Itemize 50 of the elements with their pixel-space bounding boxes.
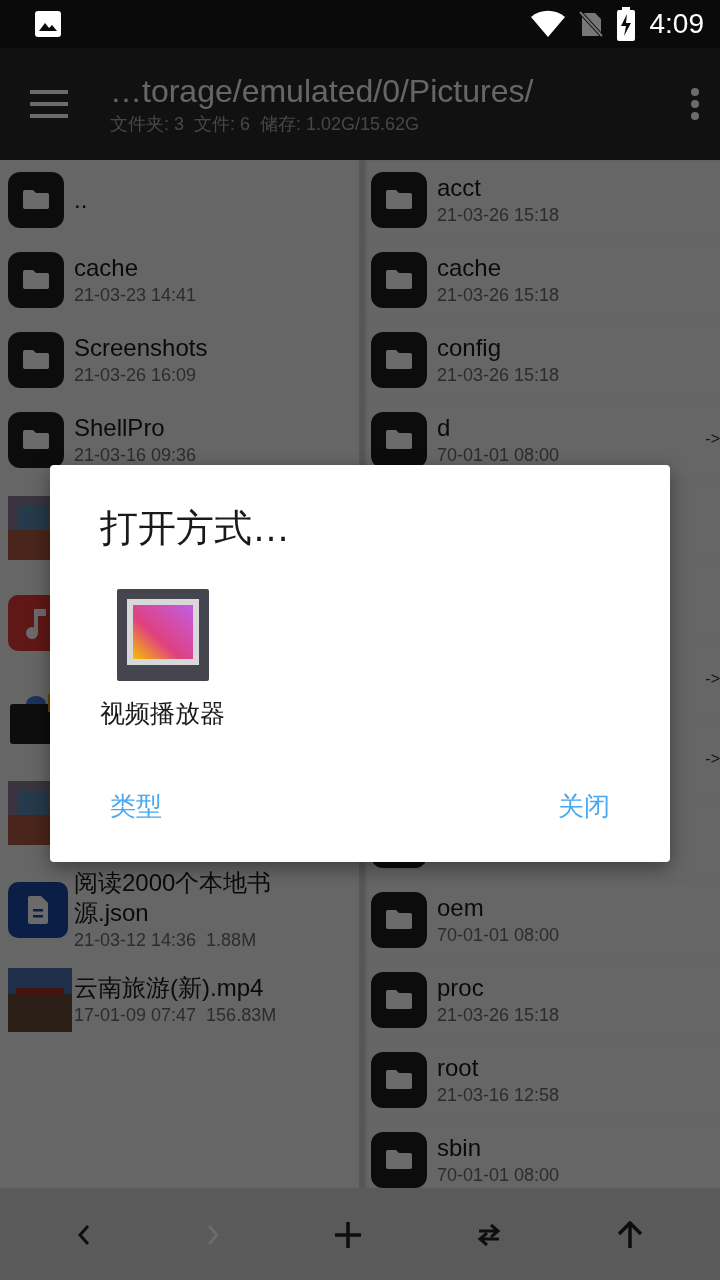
picture-frame-icon bbox=[116, 589, 209, 681]
swap-arrows-icon bbox=[476, 1223, 503, 1247]
file-name: 阅读2000个本地书源.json bbox=[74, 868, 273, 928]
menu-button[interactable] bbox=[30, 89, 68, 119]
file-details: 70-01-01 08:00 bbox=[437, 444, 560, 467]
file-details: 21-03-23 14:41 bbox=[74, 284, 197, 307]
document-icon bbox=[8, 882, 68, 938]
file-details: 17-01-09 07:47 156.83M bbox=[74, 1004, 277, 1027]
file-details: 21-03-26 15:18 bbox=[437, 284, 560, 307]
video-thumbnail-placeholder bbox=[8, 968, 72, 1032]
wifi-icon bbox=[529, 10, 566, 38]
file-details: 70-01-01 08:00 bbox=[437, 1164, 560, 1187]
more-icon bbox=[690, 87, 700, 121]
file-name: Screenshots bbox=[74, 333, 208, 363]
clock-time: 4:09 bbox=[649, 8, 704, 40]
up-arrow-icon bbox=[616, 1221, 643, 1249]
file-name: sbin bbox=[437, 1133, 483, 1163]
file-name: 云南旅游(新).mp4 bbox=[74, 973, 265, 1003]
more-button[interactable] bbox=[690, 87, 700, 121]
symlink-mark: -> bbox=[705, 430, 720, 448]
path-title: …torage/emulated/0/Pictures/ bbox=[110, 72, 535, 110]
file-name: d bbox=[437, 413, 452, 443]
dialog-title: 打开方式… bbox=[100, 506, 291, 551]
file-details: 21-03-26 15:18 bbox=[437, 204, 560, 227]
file-details: 21-03-26 15:18 bbox=[437, 1004, 560, 1027]
file-name: oem bbox=[437, 893, 485, 923]
file-name: config bbox=[437, 333, 503, 363]
file-name: .. bbox=[74, 185, 88, 215]
plus-icon bbox=[333, 1221, 362, 1249]
app-option[interactable]: 视频播放器 bbox=[100, 589, 225, 730]
no-sim-icon bbox=[577, 10, 604, 38]
file-details: 21-03-26 15:18 bbox=[437, 364, 560, 387]
file-name: acct bbox=[437, 173, 482, 203]
file-details: 21-03-16 09:36 bbox=[74, 444, 197, 467]
gallery-notification-icon bbox=[34, 10, 62, 38]
file-name: ShellPro bbox=[74, 413, 166, 443]
file-name: proc bbox=[437, 973, 485, 1003]
dialog-button[interactable]: 关闭 bbox=[548, 781, 620, 832]
symlink-mark: -> bbox=[705, 670, 720, 688]
file-details: 21-03-12 14:36 1.88M bbox=[74, 929, 258, 952]
file-name: root bbox=[437, 1053, 480, 1083]
file-details: 21-03-16 12:58 bbox=[437, 1084, 560, 1107]
dialog-button[interactable]: 类型 bbox=[100, 781, 172, 832]
symlink-mark: -> bbox=[705, 750, 720, 768]
file-name: cache bbox=[74, 253, 140, 283]
file-name: cache bbox=[437, 253, 503, 283]
file-details: 21-03-26 16:09 bbox=[74, 364, 198, 387]
file-details: 70-01-01 08:00 bbox=[437, 924, 560, 947]
menu-icon bbox=[30, 89, 68, 119]
charging-battery-icon bbox=[615, 7, 636, 41]
